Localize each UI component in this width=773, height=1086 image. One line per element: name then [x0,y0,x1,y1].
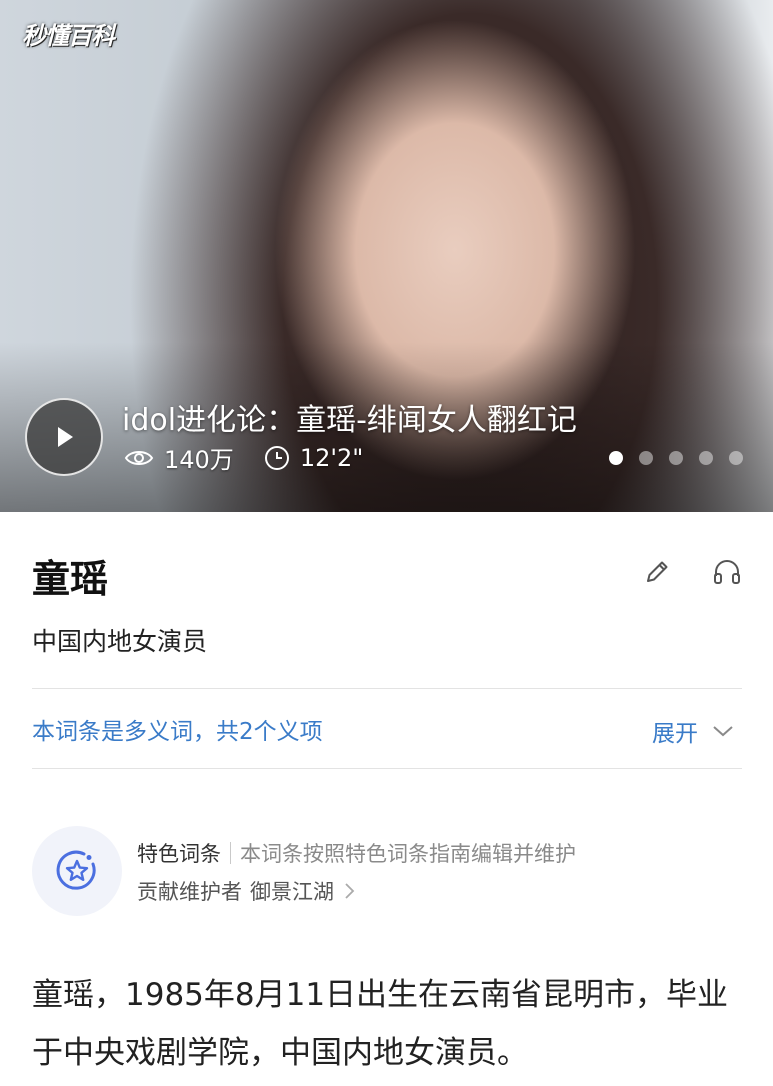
carousel-dots [593,451,743,465]
hero-video-banner[interactable]: 秒懂百科 idol进化论：童瑶-绯闻女人翻红记 140万 12'2" [0,0,773,512]
chevron-down-icon [713,726,733,737]
video-duration: 12'2" [299,443,364,472]
brand-logo: 秒懂百科 [22,22,115,50]
clock-icon [264,445,289,470]
maintainer-link[interactable]: 贡献维护者 御景江湖 [137,876,356,906]
polysemy-notice[interactable]: 本词条是多义词，共2个义项 [32,712,323,746]
intro-paragraph: 童瑶，1985年8月11日出生在云南省昆明市，毕业于中央戏剧学院，中国内地女演员… [32,977,729,1071]
views-stat: 140万 [124,440,234,475]
play-icon [58,427,73,447]
eye-icon [124,450,154,465]
carousel-dot[interactable] [699,451,713,465]
duration-stat: 12'2" [264,444,363,472]
carousel-dot[interactable] [609,451,623,465]
expand-label: 展开 [652,721,698,747]
featured-badge [32,826,122,916]
featured-label: 特色词条 [137,842,221,866]
listen-button[interactable] [711,556,743,588]
carousel-dot[interactable] [669,451,683,465]
divider [32,688,742,689]
featured-description: 本词条按照特色词条指南编辑并维护 [240,842,576,866]
expand-button[interactable]: 展开 [652,714,734,748]
video-title[interactable]: idol进化论：童瑶-绯闻女人翻红记 [122,395,577,439]
carousel-dot[interactable] [729,451,743,465]
chevron-right-icon [345,883,355,899]
contributor-label: 贡献维护者 [137,880,242,904]
video-meta: 140万 12'2" [124,440,393,475]
entry-subtitle: 中国内地女演员 [32,627,208,656]
play-button[interactable] [25,398,103,476]
featured-info: 特色词条 本词条按照特色词条指南编辑并维护 [137,838,576,868]
pencil-icon [647,561,668,582]
view-count: 140万 [164,446,234,474]
carousel-dot[interactable] [639,451,653,465]
maintainer-name: 御景江湖 [250,880,334,904]
headphones-icon [714,560,740,584]
divider [32,768,742,769]
separator [230,842,231,864]
entry-title: 童瑶 [32,557,109,601]
featured-star-icon [56,850,96,890]
edit-button[interactable] [641,556,673,588]
